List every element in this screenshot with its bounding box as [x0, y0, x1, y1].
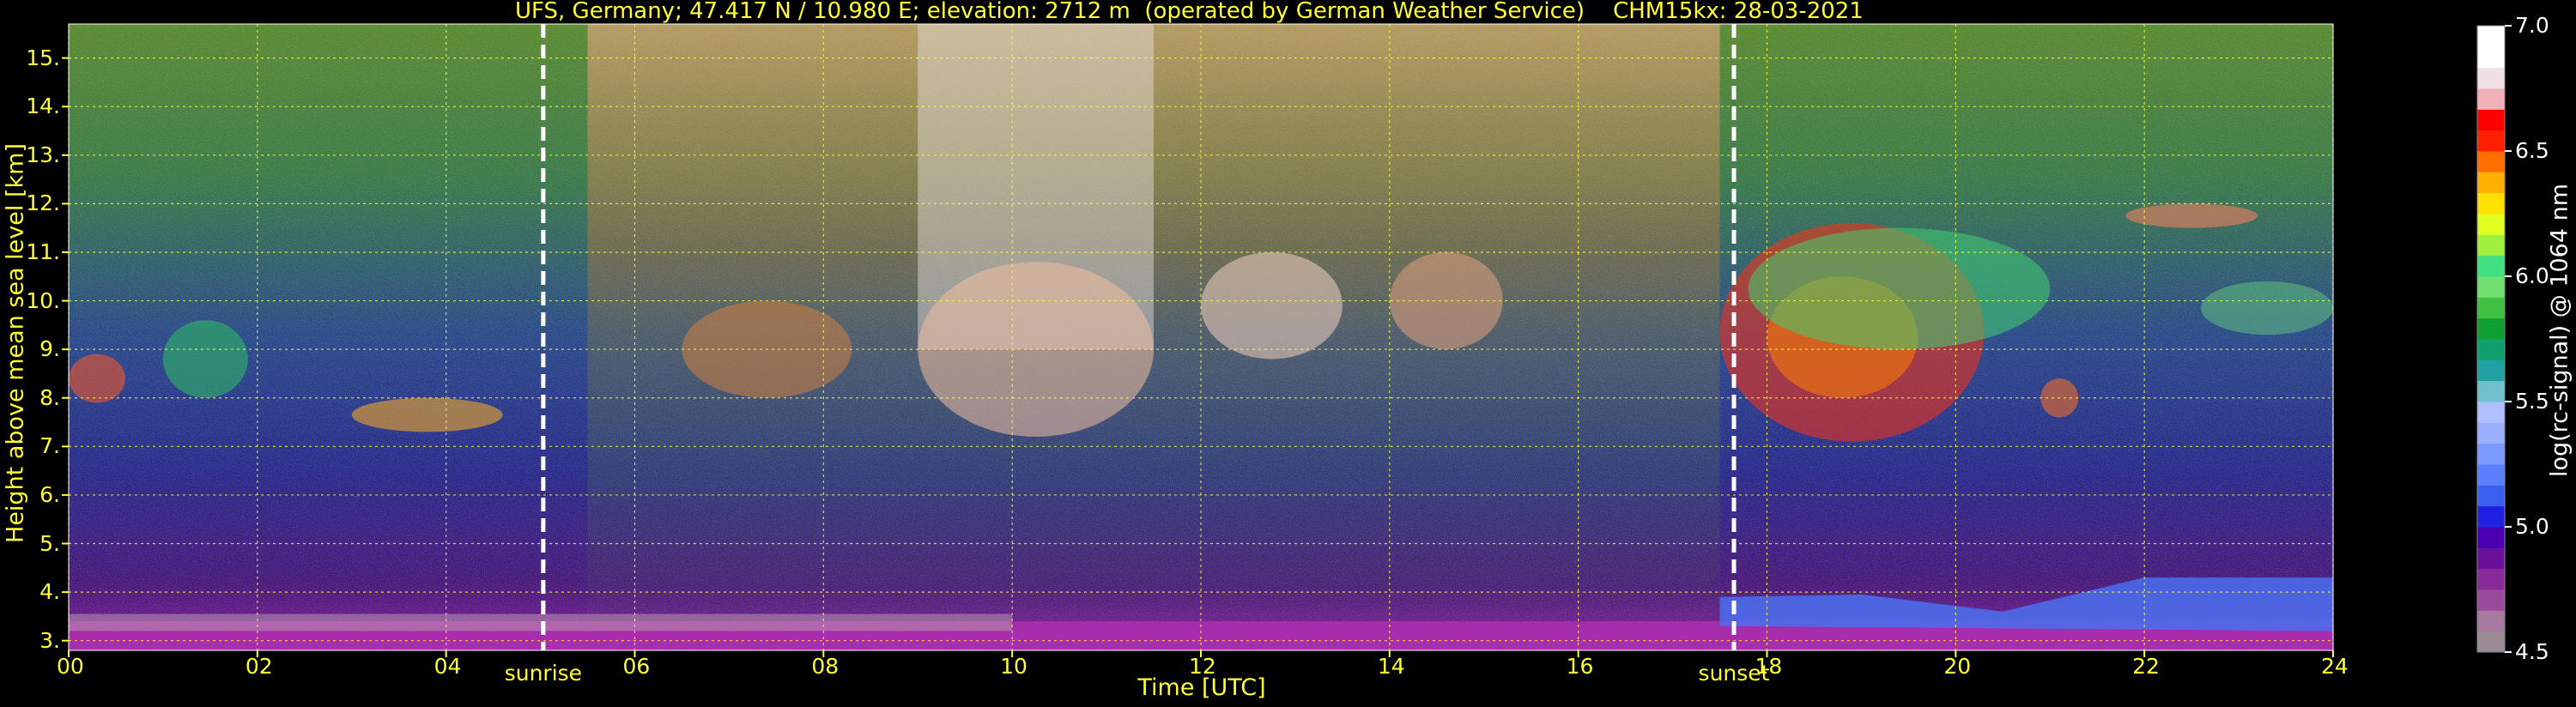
colorbar-segment	[2477, 568, 2505, 590]
colorbar-segment	[2477, 109, 2505, 131]
cloud-feature-12	[2201, 281, 2333, 335]
colorbar-segment	[2477, 46, 2505, 69]
y-tick-label: 8.	[39, 384, 60, 410]
colorbar-segment	[2477, 547, 2505, 570]
y-tick-label: 7.	[39, 433, 60, 459]
chart: UFS, Germany; 47.417 N / 10.980 E; eleva…	[0, 0, 2576, 707]
colorbar-tick-label: 7.0	[2515, 13, 2549, 38]
cloud-feature-5	[1201, 251, 1343, 360]
colorbar-segment	[2477, 505, 2505, 528]
x-tick-label: 06	[622, 654, 651, 679]
x-tick-label: 20	[1943, 654, 1972, 679]
colorbar-segment	[2477, 360, 2505, 382]
x-tick-label: 18	[1755, 654, 1783, 679]
colorbar-segment	[2477, 443, 2505, 465]
colorbar-tick-label: 5.5	[2515, 389, 2549, 414]
colorbar-segment	[2477, 485, 2505, 507]
y-tick-label: 12.	[26, 190, 60, 216]
cloud-feature-1	[162, 320, 248, 398]
colorbar-segment	[2477, 317, 2505, 340]
x-tick-label: 14	[1377, 654, 1405, 679]
colorbar-tick-label: 4.5	[2515, 639, 2549, 664]
y-tick-label: 14.	[26, 94, 60, 119]
colorbar-tick-label: 6.5	[2515, 138, 2549, 163]
colorbar-segment	[2477, 192, 2505, 215]
cloud-feature-11	[2125, 203, 2258, 228]
y-tick-label: 11.	[26, 239, 60, 264]
y-tick-label: 6.	[39, 481, 60, 507]
colorbar-label: log(rc-signal) @ 1064 nm	[2546, 183, 2573, 478]
colorbar-segment	[2477, 151, 2505, 172]
cloud-feature-9	[1748, 227, 2051, 350]
colorbar-segment	[2477, 214, 2505, 235]
colorbar-segment	[2477, 67, 2505, 89]
colorbar-segment	[2477, 276, 2505, 298]
y-tick-label: 4.	[39, 579, 60, 605]
colorbar-segment	[2477, 631, 2505, 653]
colorbar-segment	[2477, 297, 2505, 319]
y-tick-label: 3.	[39, 627, 60, 653]
x-tick-label: 04	[433, 654, 462, 679]
x-tick-label: 16	[1566, 654, 1594, 679]
colorbar-segment	[2477, 527, 2505, 548]
y-tick-label: 10.	[26, 287, 60, 313]
y-tick-label: 15.	[26, 45, 60, 70]
x-tick-label: 10	[1000, 654, 1027, 679]
x-tick-label: 00	[57, 654, 84, 679]
surface-layer-band	[69, 613, 1013, 631]
colorbar-segment	[2477, 464, 2505, 486]
colorbar-segment	[2477, 589, 2505, 611]
y-tick-label: 13.	[26, 142, 60, 167]
marker-label-sunrise: sunrise	[504, 661, 583, 686]
y-axis-label: Height above mean sea level [km]	[2, 143, 29, 543]
colorbar-segment	[2477, 402, 2505, 423]
x-tick-label: 02	[245, 654, 273, 679]
colorbar-segment	[2477, 88, 2505, 110]
cloud-feature-2	[351, 397, 503, 432]
colorbar-segment	[2477, 172, 2505, 194]
colorbar-tick-label: 6.0	[2515, 263, 2549, 288]
colorbar-segment	[2477, 130, 2505, 152]
colorbar-segment	[2477, 234, 2505, 257]
colorbar-segment	[2477, 422, 2505, 444]
chart-title: UFS, Germany; 47.417 N / 10.980 E; eleva…	[515, 0, 1864, 24]
cloud-feature-0	[69, 354, 125, 403]
colorbar-segment	[2477, 255, 2505, 277]
x-tick-label: 22	[2132, 654, 2160, 679]
x-tick-label: 12	[1189, 654, 1216, 679]
y-tick-label: 9.	[39, 336, 60, 362]
y-tick-label: 5.	[39, 530, 60, 556]
colorbar-segment	[2477, 339, 2505, 360]
x-tick-label: 24	[2321, 654, 2349, 679]
x-tick-label: 08	[811, 654, 839, 679]
colorbar-segment	[2477, 380, 2505, 402]
chart-canvas	[62, 23, 2512, 657]
colorbar-tick-label: 5.0	[2515, 514, 2549, 539]
colorbar-segment	[2477, 26, 2505, 47]
colorbar-segment	[2477, 610, 2505, 632]
